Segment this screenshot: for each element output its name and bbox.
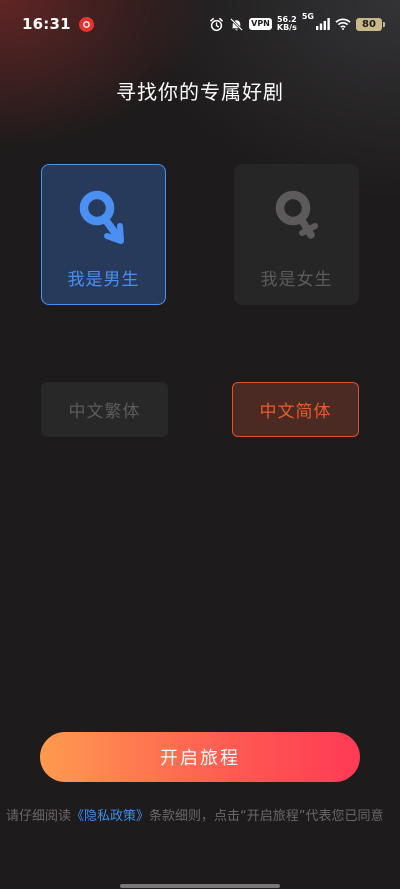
network-speed: 56.2 KB/s [277, 16, 297, 32]
status-time: 16:31 [22, 15, 71, 33]
male-symbol-icon [79, 190, 124, 244]
network-speed-unit: KB/s [276, 23, 297, 32]
gender-option-female[interactable]: 我是女生 [234, 164, 359, 305]
home-indicator[interactable] [120, 884, 280, 888]
mute-bell-icon [230, 17, 244, 31]
gender-option-male[interactable]: 我是男生 [41, 164, 166, 305]
female-symbol-icon [275, 190, 318, 239]
vpn-badge: VPN [249, 18, 272, 30]
agreement-prefix: 请仔细阅读 [6, 809, 72, 824]
alarm-icon [210, 17, 223, 31]
page-title: 寻找你的专属好剧 [116, 80, 284, 104]
network-type: 5G [301, 12, 314, 21]
cellular-signal-icon [316, 18, 330, 30]
battery-indicator: 80 [356, 17, 385, 31]
privacy-agreement-text: 请仔细阅读《隐私政策》条款细则，点击“开启旅程”代表您已同意 [6, 805, 394, 829]
wifi-icon [335, 18, 351, 30]
female-option-label: 我是女生 [260, 270, 333, 290]
privacy-policy-link[interactable]: 《隐私政策》 [71, 809, 149, 824]
male-option-label: 我是男生 [67, 270, 140, 290]
language-option-traditional[interactable]: 中文繁体 [41, 382, 168, 437]
start-journey-button[interactable]: 开启旅程 [40, 732, 360, 782]
status-bar: 16:31 VPN 56.2 KB/s 5G 80 [0, 0, 400, 48]
app-notification-icon [78, 16, 94, 32]
agreement-suffix: 条款细则，点击“开启旅程”代表您已同意 [149, 809, 384, 824]
language-option-simplified[interactable]: 中文简体 [232, 382, 359, 437]
